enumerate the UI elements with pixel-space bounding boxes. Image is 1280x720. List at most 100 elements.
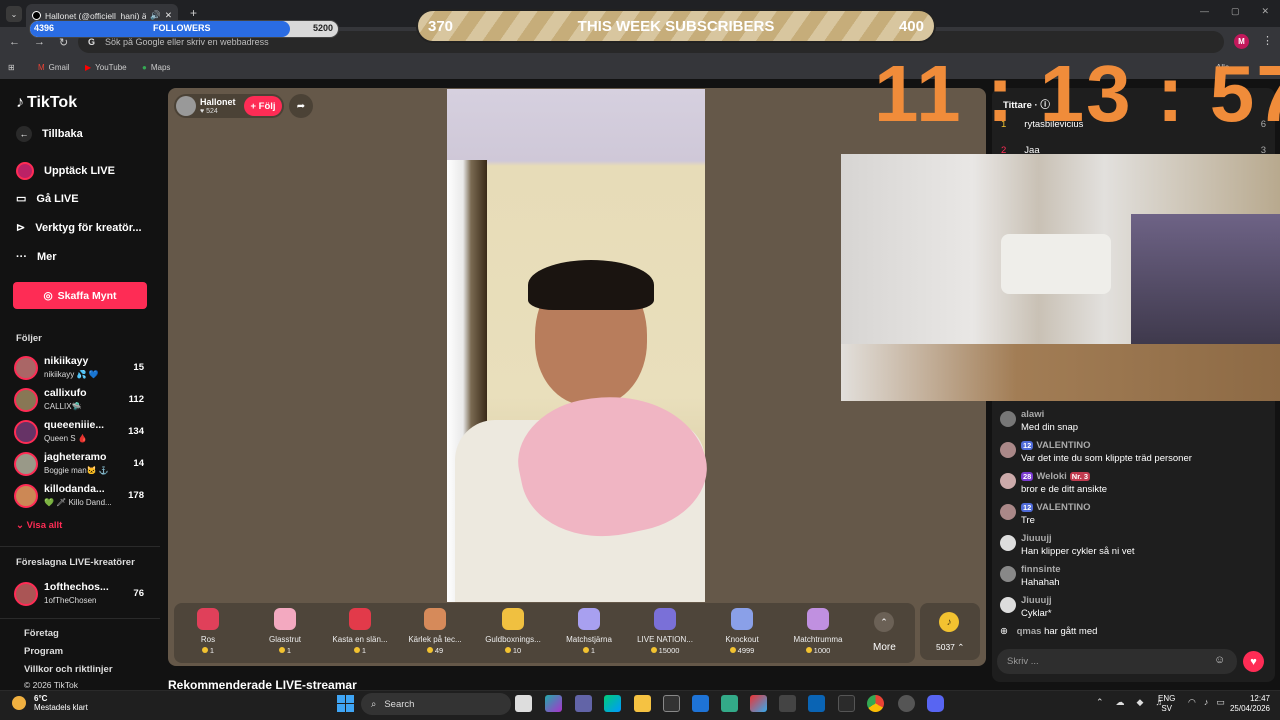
minimize-icon[interactable]: — [1200,6,1209,17]
discord-icon[interactable] [927,695,944,712]
bookmark-youtube[interactable]: ▶ YouTube [85,63,127,72]
host-likes: ♥ 524 [200,108,218,115]
follow-button[interactable]: + Följ [244,96,282,116]
host-avatar[interactable] [176,96,196,116]
coin-icon: ◎ [43,289,53,302]
gift-item[interactable]: Matchtrumma 1000 [783,608,853,655]
drum-icon [807,608,829,630]
followers-current: 4396 [34,23,55,33]
see-all-link[interactable]: ⌄ Visa allt [16,520,62,531]
onedrive-icon[interactable]: ☁ [1116,697,1125,708]
language-indicator[interactable]: ENG SV [1158,694,1175,714]
avatar [14,484,38,508]
edge-icon[interactable] [604,695,621,712]
level-badge: 12 [1021,441,1034,450]
back-arrow-icon[interactable]: ← [9,36,20,49]
chrome-icon[interactable] [867,695,884,712]
join-icon: ⊕ [1000,626,1011,637]
chevron-up-icon[interactable]: ⌃ [874,612,894,632]
maximize-icon[interactable]: ▢ [1231,6,1240,17]
app-icon[interactable] [779,695,796,712]
following-item[interactable]: nikiikayy nikiikayy 💦 💙 15 [14,354,154,384]
share-icon[interactable]: ➦ [289,94,313,118]
back-icon: ← [16,126,32,142]
teams-icon[interactable] [575,695,592,712]
avatar [14,420,38,444]
followers-goal: 5200 [312,23,333,33]
gift-item[interactable]: LIVE NATION... 15000 [630,608,700,655]
subscribers-goal-bar: 370 THIS WEEK SUBSCRIBERS 400 [416,9,936,43]
gmail-icon: M [38,63,45,72]
gift-item[interactable]: Kärlek på tec... 49 [400,608,470,655]
more-gifts-button[interactable]: More [873,642,896,653]
store-icon[interactable] [663,695,680,712]
star-icon [578,608,600,630]
divider [0,618,160,619]
chevron-up-icon[interactable]: ⌃ [1096,697,1104,708]
live-avatar-icon [16,162,34,180]
following-item[interactable]: killodanda... 💚 🗡 Killo Dand... 178 [14,482,154,512]
taskbar-search[interactable]: ⌕ Search [361,693,511,715]
gift-item[interactable]: Kasta en slän... 1 [325,608,395,655]
tiktok-favicon-icon [32,11,41,20]
tiktok-logo[interactable]: ♪ TikTok [16,94,77,112]
profile-avatar[interactable]: M [1234,34,1249,49]
gift-item[interactable]: Glasstrut 1 [250,608,320,655]
chat-input[interactable]: Skriv ... [997,649,1237,674]
gift-item[interactable]: Matchstjärna 1 [554,608,624,655]
file-explorer-icon[interactable] [634,695,651,712]
get-coins-button[interactable]: ◎ Skaffa Mynt [13,282,147,309]
network-volume-battery[interactable]: ◠ ♪ ▭ [1188,697,1225,708]
back-link[interactable]: ← Tillbaka [16,126,83,142]
avatar [14,582,38,606]
app-icon[interactable] [808,695,825,712]
windows-start-icon[interactable] [337,695,354,712]
mail-icon[interactable] [692,695,709,712]
following-item[interactable]: callixufo CALLIX🛸 112 [14,386,154,416]
shield-app-icon[interactable] [721,695,738,712]
new-tab-button[interactable]: + [190,6,197,20]
chat-message: Jiuuujj Cyklar* [1000,595,1270,623]
browser-menu-icon[interactable]: ⋮ [1262,34,1273,47]
emoji-icon[interactable]: ☺ [1214,654,1225,666]
footer-link[interactable]: Villkor och riktlinjer [24,664,113,675]
kiss-icon [349,608,371,630]
following-item[interactable]: jagheteramo Boggie man🐱 ⚓ 14 [14,450,154,480]
gift-item[interactable]: Ros 1 [173,608,243,655]
search-icon: ⌕ [371,698,377,710]
suggested-item[interactable]: 1ofthechos... 1ofTheChosen 76 [14,580,154,610]
task-view-icon[interactable] [515,695,532,712]
avatar [1000,442,1016,458]
gift-item[interactable]: Guldboxnings... 10 [478,608,548,655]
tab-search-icon[interactable]: ⌄ [6,6,22,22]
bookmark-gmail[interactable]: M Gmail [38,63,70,72]
subscribers-current: 370 [428,17,454,35]
bookmark-maps[interactable]: ● Maps [142,63,170,72]
followers-label: FOLLOWERS [153,23,211,33]
volume-icon: ♪ [1203,697,1209,707]
app-icon[interactable] [898,695,915,712]
boxing-glove-icon [502,608,524,630]
app-icon[interactable] [750,695,767,712]
clock-date[interactable]: 12:47 25/04/2026 [1226,694,1270,714]
nav-more[interactable]: ··· Mer [16,251,57,263]
following-item[interactable]: queeeniiie... Queen S 🩸 134 [14,418,154,448]
love-hand-icon [424,608,446,630]
youtube-icon: ▶ [85,63,92,72]
avatar [1000,504,1016,520]
weather-widget[interactable]: 6°C Mestadels klart [12,694,88,712]
app-tray-icon[interactable]: ◆ [1137,697,1144,708]
footer-link[interactable]: Företag [24,628,59,639]
footer-link[interactable]: Program [24,646,63,657]
gift-item[interactable]: Knockout 4999 [707,608,777,655]
copilot-icon[interactable] [545,695,562,712]
nav-go-live[interactable]: ▭ Gå LIVE [16,192,79,206]
close-window-icon[interactable]: ✕ [1262,6,1270,17]
like-heart-icon[interactable]: ♥ [1243,651,1264,672]
nav-discover-live[interactable]: Upptäck LIVE [16,162,115,180]
apps-grid-icon[interactable]: ⊞ [8,63,15,72]
nav-creator-tools[interactable]: ⊳ Verktyg för kreatör... [16,221,142,235]
app-icon[interactable] [838,695,855,712]
divider [0,546,160,547]
webcam-overlay [841,154,1280,401]
